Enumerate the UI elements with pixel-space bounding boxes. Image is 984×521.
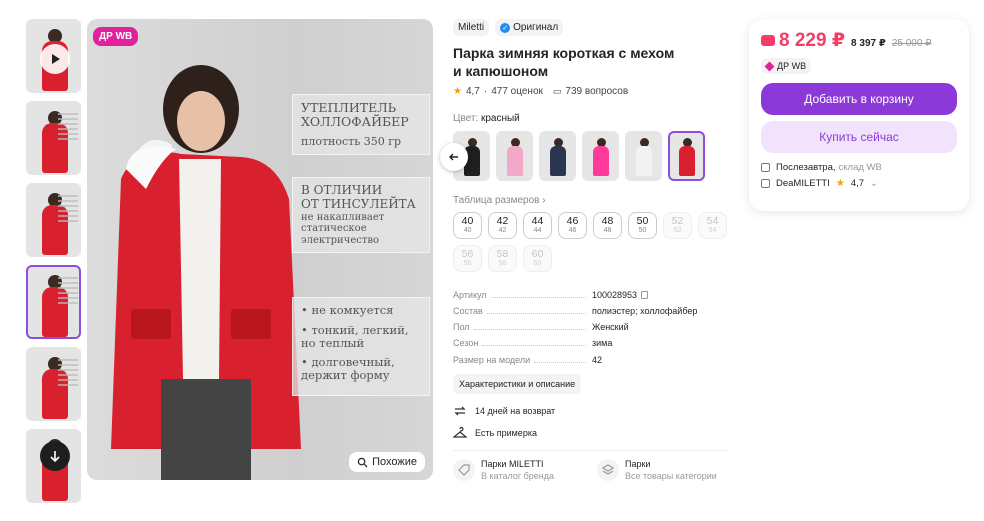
color-swatch[interactable] <box>496 131 533 182</box>
param-row: Артикул 100028953 <box>453 286 728 302</box>
price-old: 25 000 ₽ <box>891 38 932 49</box>
divider <box>453 449 728 451</box>
thumbnails-scroll-down-button[interactable] <box>40 441 70 471</box>
arrow-down-icon <box>50 451 60 463</box>
image-promo-text: УТЕПЛИТЕЛЬ ХОЛЛОФАЙБЕР плотность 350 гр … <box>292 94 430 396</box>
model-photo <box>111 65 301 480</box>
size-option[interactable]: 50 50 <box>628 212 657 240</box>
color-swatch[interactable] <box>625 131 662 182</box>
thumbnail[interactable] <box>26 183 81 257</box>
seller-link[interactable]: DeaMILETTI ★ 4,7 ⌄ <box>761 178 957 189</box>
tag-icon <box>453 458 475 481</box>
thumbnail[interactable] <box>26 101 81 175</box>
thumbnail-video[interactable] <box>26 19 81 93</box>
thumbnail[interactable] <box>26 347 81 421</box>
characteristics-button[interactable]: Характеристики и описание <box>453 373 582 394</box>
add-to-cart-button[interactable]: Добавить в корзину <box>761 82 957 115</box>
size-option[interactable]: 40 40 <box>453 212 482 240</box>
hanger-icon <box>453 426 467 438</box>
color-swatch[interactable] <box>539 131 576 182</box>
play-icon <box>40 44 70 74</box>
product-params: Артикул 100028953 Состав полиэстер; холлофа… <box>453 286 728 367</box>
rating-row[interactable]: ★ 4,7 · 477 оценок ▭ 739 вопросов <box>453 86 728 97</box>
questions-icon: ▭ <box>552 86 562 97</box>
color-label: Цвет: красный <box>453 113 520 125</box>
size-option: 52 52 <box>663 212 692 240</box>
wallet-icon <box>761 35 775 46</box>
main-product-image[interactable]: ДР WB УТЕПЛИТЕЛЬ ХОЛЛОФАЙБЕР плотность 3… <box>87 19 433 480</box>
buy-card: 8 229 ₽ 8 397 ₽ 25 000 ₽ ДР WB Добавить … <box>749 19 969 211</box>
brand-catalog-link[interactable]: Парки MILETTI В каталог бренда <box>453 458 583 481</box>
copy-icon[interactable] <box>641 290 649 299</box>
size-option: 54 54 <box>698 212 727 240</box>
chevron-down-icon: ⌄ <box>870 177 879 189</box>
color-swatch[interactable] <box>668 131 705 182</box>
similar-button[interactable]: Похожие <box>349 452 425 472</box>
fitting-info: Есть примерка <box>453 426 728 440</box>
buy-now-button[interactable]: Купить сейчас <box>761 120 957 153</box>
size-option[interactable]: 44 44 <box>523 212 552 240</box>
size-option: 60 60 <box>523 245 552 273</box>
size-table-link[interactable]: Таблица размеров › <box>453 195 728 206</box>
size-option[interactable]: 46 46 <box>558 212 587 240</box>
dr-wb-badge: ДР WB <box>761 58 812 74</box>
star-icon: ★ <box>835 177 845 189</box>
shop-icon <box>761 178 770 188</box>
size-option: 58 58 <box>488 245 517 273</box>
price-wallet: 8 229 ₽ <box>761 29 845 52</box>
size-selector: 40 40 42 42 44 44 46 46 48 48 50 50 52 52 54 54 56 56 58 58… <box>453 212 728 273</box>
size-option: 56 56 <box>453 245 482 273</box>
return-info: 14 дней на возврат <box>453 404 728 418</box>
thumbnail-strip <box>26 19 82 511</box>
original-badge: ✓ Оригинал <box>495 19 564 36</box>
arrow-left-icon <box>449 153 458 161</box>
size-option[interactable]: 48 48 <box>593 212 622 240</box>
param-row: Сезон зима <box>453 338 613 349</box>
product-title: Парка зимняя короткая с мехом и капюшоно… <box>453 45 675 80</box>
promo-badge: ДР WB <box>93 27 139 46</box>
thumbnail-selected[interactable] <box>26 265 81 339</box>
star-icon: ★ <box>453 86 462 98</box>
category-link[interactable]: Парки Все товары категории <box>597 458 727 481</box>
param-row: Размер на модели 42 <box>453 354 603 365</box>
product-info: Miletti ✓ Оригинал Парка зимняя короткая… <box>440 19 728 481</box>
color-swatch[interactable] <box>582 131 619 182</box>
return-icon <box>454 406 466 416</box>
verified-icon: ✓ <box>500 22 511 33</box>
param-row: Состав полиэстер; холлофайбер <box>453 305 698 316</box>
color-swatches <box>440 131 728 183</box>
param-row: Пол Женский <box>453 322 629 333</box>
layers-icon <box>597 458 619 481</box>
size-option[interactable]: 42 42 <box>488 212 517 240</box>
search-image-icon <box>357 457 368 468</box>
price-regular: 8 397 ₽ <box>851 38 886 49</box>
brand-link[interactable]: Miletti <box>453 19 490 36</box>
box-icon <box>761 162 770 172</box>
diamond-icon <box>764 61 775 71</box>
delivery-info: Послезавтра, склад WB <box>761 162 957 173</box>
